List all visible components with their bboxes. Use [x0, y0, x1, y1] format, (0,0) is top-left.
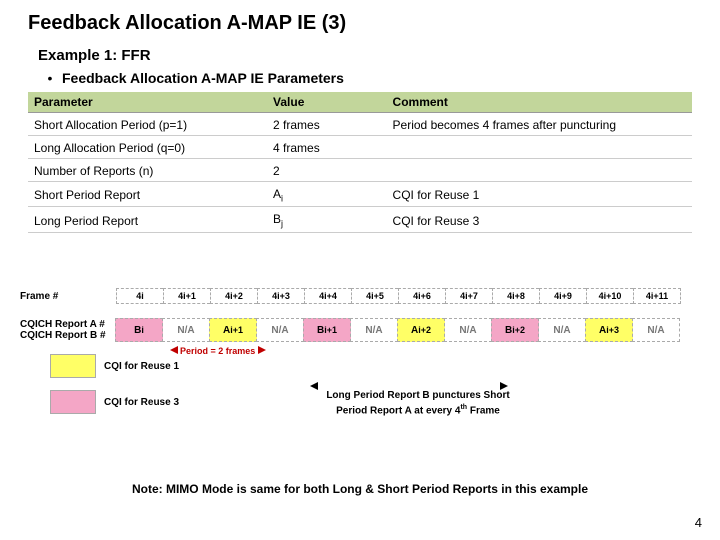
report-cell: Ai+3	[585, 318, 633, 342]
legend-label-reuse3: CQI for Reuse 3	[104, 397, 179, 408]
table-row: Short Period ReportAiCQI for Reuse 1	[28, 184, 692, 207]
report-cell: N/A	[632, 318, 680, 342]
cell-comment	[387, 138, 692, 159]
cell-parameter: Long Period Report	[28, 209, 267, 232]
legend-label-reuse1: CQI for Reuse 1	[104, 361, 179, 372]
legend-swatch-reuse1	[50, 354, 96, 378]
period-label: Period = 2 frames	[180, 346, 255, 356]
table-row: Long Period ReportBjCQI for Reuse 3	[28, 209, 692, 232]
period-arrow-right-icon	[258, 346, 266, 354]
report-cell: Bi	[115, 318, 163, 342]
frame-cell: 4i+1	[163, 288, 210, 304]
cell-comment	[387, 161, 692, 182]
parameters-table: Parameter Value Comment Short Allocation…	[28, 90, 692, 235]
report-row-label: CQICH Report A # CQICH Report B #	[20, 319, 116, 341]
cell-comment: Period becomes 4 frames after puncturing	[387, 115, 692, 136]
frame-cell: 4i+11	[633, 288, 681, 304]
footnote: Note: MIMO Mode is same for both Long & …	[0, 482, 720, 496]
report-cell: Ai+2	[397, 318, 445, 342]
example-subtitle: Example 1: FFR	[38, 47, 692, 64]
cell-parameter: Short Allocation Period (p=1)	[28, 115, 267, 136]
cell-value: 2 frames	[267, 115, 387, 136]
frame-cell: 4i+3	[257, 288, 304, 304]
cell-value: Bj	[267, 209, 387, 232]
bullet-text: Feedback Allocation A-MAP IE Parameters	[62, 70, 344, 86]
puncture-caption: Long Period Report B punctures Short Per…	[318, 390, 518, 417]
th-value: Value	[267, 92, 387, 113]
cell-parameter: Number of Reports (n)	[28, 161, 267, 182]
puncture-arrow-right-icon	[500, 382, 508, 390]
frame-cell: 4i+8	[492, 288, 539, 304]
report-cell: N/A	[538, 318, 586, 342]
frame-cell: 4i+6	[398, 288, 445, 304]
table-row: Number of Reports (n)2	[28, 161, 692, 182]
frame-cell: 4i+4	[304, 288, 351, 304]
frame-cell: 4i+10	[586, 288, 633, 304]
report-cell: N/A	[350, 318, 398, 342]
frame-cell: 4i+2	[210, 288, 257, 304]
cell-value: 4 frames	[267, 138, 387, 159]
slide-title: Feedback Allocation A-MAP IE (3)	[28, 12, 692, 35]
th-comment: Comment	[387, 92, 692, 113]
frame-cell: 4i+5	[351, 288, 398, 304]
page-number: 4	[695, 515, 702, 530]
frame-cell: 4i+7	[445, 288, 492, 304]
cell-comment: CQI for Reuse 3	[387, 209, 692, 232]
timing-diagram: Frame # 4i4i+14i+24i+34i+44i+54i+64i+74i…	[20, 288, 700, 418]
legend-swatch-reuse3	[50, 390, 96, 414]
report-cell: Bi+2	[491, 318, 539, 342]
report-cell: N/A	[162, 318, 210, 342]
th-parameter: Parameter	[28, 92, 267, 113]
table-row: Long Allocation Period (q=0)4 frames	[28, 138, 692, 159]
puncture-arrow-left-icon	[310, 382, 318, 390]
cell-comment: CQI for Reuse 1	[387, 184, 692, 207]
bullet-dot: •	[38, 70, 62, 86]
frame-cell: 4i+9	[539, 288, 586, 304]
cell-parameter: Long Allocation Period (q=0)	[28, 138, 267, 159]
frame-cell: 4i	[116, 288, 163, 304]
table-row: Short Allocation Period (p=1)2 framesPer…	[28, 115, 692, 136]
frame-row-label: Frame #	[20, 291, 116, 302]
cell-parameter: Short Period Report	[28, 184, 267, 207]
period-arrow-left-icon	[170, 346, 178, 354]
report-cell: N/A	[256, 318, 304, 342]
report-cell: Ai+1	[209, 318, 257, 342]
cell-value: Ai	[267, 184, 387, 207]
cell-value: 2	[267, 161, 387, 182]
report-cell: N/A	[444, 318, 492, 342]
report-cell: Bi+1	[303, 318, 351, 342]
